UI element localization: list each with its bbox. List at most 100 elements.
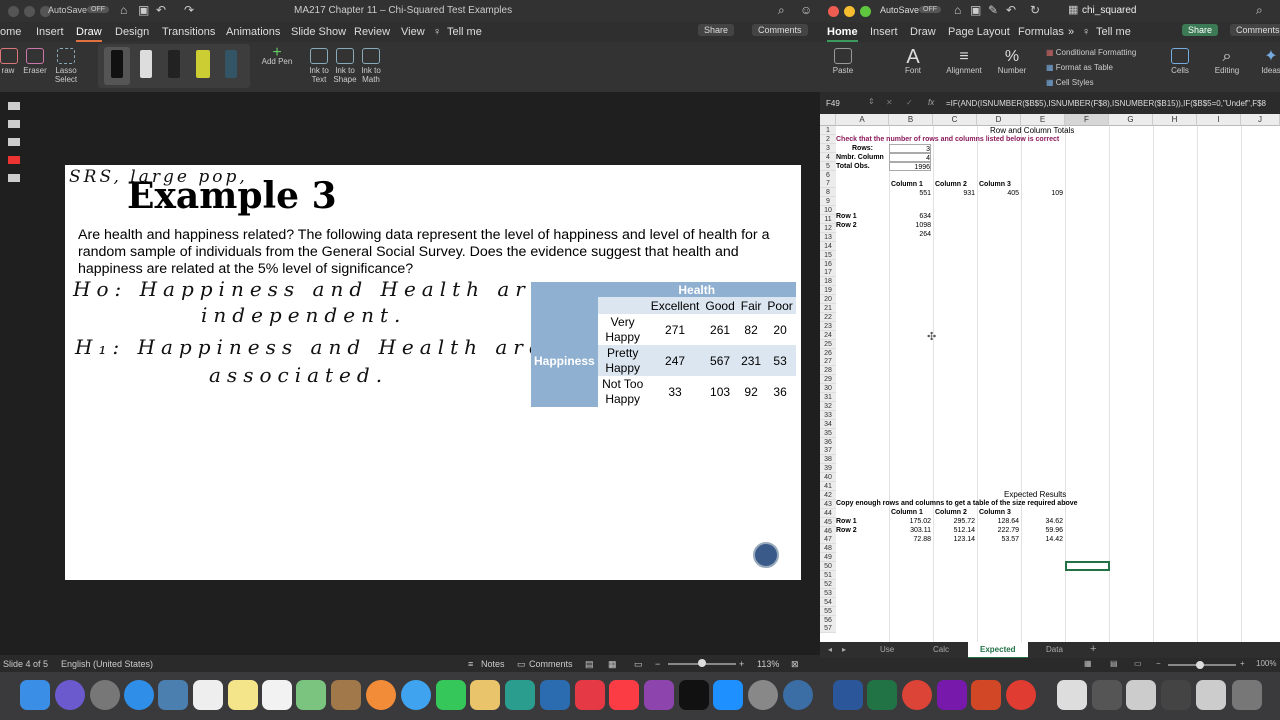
finder-icon[interactable] xyxy=(20,680,50,710)
row-header[interactable]: 39 xyxy=(820,464,836,474)
undo-icon[interactable]: ↶ xyxy=(1006,3,1016,17)
row-header[interactable]: 41 xyxy=(820,482,836,491)
cell-b45[interactable]: 303.11 xyxy=(889,526,931,535)
document-3-icon[interactable] xyxy=(1196,680,1226,710)
cell-c8[interactable]: 931 xyxy=(933,189,975,198)
page-break-icon[interactable]: ▭ xyxy=(1134,659,1142,668)
selected-cell-f49[interactable] xyxy=(1065,561,1110,571)
notes-app-icon[interactable] xyxy=(228,680,258,710)
sheet-tab-calc[interactable]: Calc xyxy=(933,645,949,654)
notes-button[interactable]: Notes xyxy=(481,659,505,669)
system-preferences-icon[interactable] xyxy=(748,680,778,710)
col-header-e[interactable]: E xyxy=(1021,114,1065,126)
ink-to-math-button[interactable]: Ink to Math xyxy=(358,48,384,84)
cell-e46[interactable]: 14.42 xyxy=(1021,535,1063,544)
prev-sheet-icon[interactable]: ◂ xyxy=(828,645,832,654)
save-icon[interactable]: ▣ xyxy=(138,3,149,17)
cell-d43[interactable]: Column 3 xyxy=(979,508,1011,517)
row-header[interactable]: 9 xyxy=(820,197,836,207)
news-icon[interactable] xyxy=(575,680,605,710)
row-header[interactable]: 53 xyxy=(820,588,836,598)
cell-a5[interactable]: Total Obs. xyxy=(836,162,870,171)
thumb-3[interactable] xyxy=(8,138,20,146)
cell-b12[interactable]: 264 xyxy=(889,230,931,239)
cell-a11[interactable]: Row 2 xyxy=(836,221,857,230)
row-header[interactable]: 40 xyxy=(820,473,836,483)
row-header[interactable]: 27 xyxy=(820,357,836,367)
zoom-slider-thumb[interactable] xyxy=(1196,661,1204,669)
row-header[interactable]: 43 xyxy=(820,499,836,509)
lasso-select-tool[interactable]: Lasso Select xyxy=(52,48,80,84)
cell-section-title[interactable]: Row and Column Totals xyxy=(990,126,1074,135)
minimize-button[interactable] xyxy=(844,6,855,17)
pen-blue-icon[interactable] xyxy=(225,50,237,78)
cell-b4[interactable]: 4 xyxy=(889,153,931,162)
cell-b3[interactable]: 3 xyxy=(889,144,931,153)
edit-icon[interactable]: ✎ xyxy=(988,3,998,17)
photos-icon[interactable] xyxy=(366,680,396,710)
autosave-toggle[interactable]: OFF xyxy=(87,6,109,13)
row-header[interactable]: 24 xyxy=(820,330,836,340)
thumb-2[interactable] xyxy=(8,120,20,128)
row-header[interactable]: 13 xyxy=(820,232,836,242)
row-header[interactable]: 11 xyxy=(820,215,836,224)
cell-a44[interactable]: Row 1 xyxy=(836,517,857,526)
col-header-a[interactable]: A xyxy=(836,114,889,126)
search-icon[interactable]: ⌕ xyxy=(778,3,785,18)
pencil-icon[interactable] xyxy=(140,50,152,78)
refresh-icon[interactable]: ↻ xyxy=(1030,3,1040,17)
tab-page-layout[interactable]: Page Layout xyxy=(948,26,1010,38)
highlighter-icon[interactable] xyxy=(196,50,210,78)
col-header-b[interactable]: B xyxy=(889,114,933,126)
normal-view-icon[interactable]: ▤ xyxy=(585,659,594,670)
row-header[interactable]: 45 xyxy=(820,517,836,527)
row-header[interactable]: 47 xyxy=(820,535,836,545)
close-button[interactable] xyxy=(8,6,19,17)
next-sheet-icon[interactable]: ▸ xyxy=(842,645,846,654)
cells-button[interactable]: Cells xyxy=(1166,48,1194,75)
cell-b8[interactable]: 551 xyxy=(889,189,931,198)
row-header[interactable]: 46 xyxy=(820,526,836,536)
save-icon[interactable]: ▣ xyxy=(970,3,981,17)
row-header[interactable]: 21 xyxy=(820,304,836,313)
normal-view-icon[interactable]: ▦ xyxy=(1084,659,1092,668)
cond-format-button[interactable]: ▦ Conditional Formatting xyxy=(1046,48,1136,57)
cell-d44[interactable]: 128.64 xyxy=(977,517,1019,526)
tab-tell-me[interactable]: Tell me xyxy=(1096,26,1131,38)
add-pen-button[interactable]: + Add Pen xyxy=(260,45,294,67)
col-header-h[interactable]: H xyxy=(1153,114,1197,126)
tab-home[interactable]: Home xyxy=(827,26,858,42)
col-header-i[interactable]: I xyxy=(1197,114,1241,126)
row-header[interactable]: 12 xyxy=(820,223,836,233)
tab-draw[interactable]: Draw xyxy=(76,26,102,42)
row-header[interactable]: 36 xyxy=(820,437,836,447)
row-header[interactable]: 20 xyxy=(820,295,836,305)
comments-button[interactable]: Comments xyxy=(1230,24,1280,36)
tab-home[interactable]: ome xyxy=(0,26,21,38)
fit-slide-icon[interactable]: ⊠ xyxy=(791,659,799,670)
row-header[interactable]: 26 xyxy=(820,348,836,358)
row-header[interactable]: 49 xyxy=(820,553,836,563)
podcasts-icon[interactable] xyxy=(644,680,674,710)
col-header-j[interactable]: J xyxy=(1241,114,1280,126)
row-header[interactable]: 50 xyxy=(820,562,836,572)
row-header[interactable]: 14 xyxy=(820,241,836,251)
contacts-icon[interactable] xyxy=(331,680,361,710)
row-header[interactable]: 1 xyxy=(820,126,836,135)
row-header[interactable]: 51 xyxy=(820,571,836,580)
paste-button[interactable]: Paste xyxy=(828,48,858,75)
numbers-icon[interactable] xyxy=(505,680,535,710)
cell-c43[interactable]: Column 2 xyxy=(935,508,967,517)
row-header[interactable]: 7 xyxy=(820,179,836,189)
cell-b43[interactable]: Column 1 xyxy=(891,508,923,517)
cell-a10[interactable]: Row 1 xyxy=(836,212,857,221)
cancel-icon[interactable]: ✕ xyxy=(886,98,893,107)
cell-e44[interactable]: 34.62 xyxy=(1021,517,1063,526)
page-layout-icon[interactable]: ▤ xyxy=(1110,659,1118,668)
cell-e8[interactable]: 109 xyxy=(1021,189,1063,198)
cell-a3[interactable]: Rows: xyxy=(836,144,889,153)
cell-e45[interactable]: 59.96 xyxy=(1021,526,1063,535)
row-header[interactable]: 8 xyxy=(820,188,836,198)
chrome-icon[interactable] xyxy=(902,680,932,710)
tab-transitions[interactable]: Transitions xyxy=(162,26,215,38)
